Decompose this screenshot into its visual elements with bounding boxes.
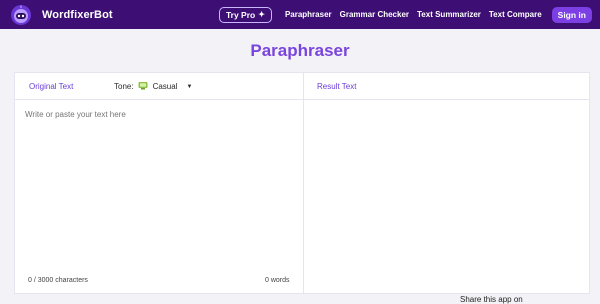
nav-menu: Try Pro ✦ Paraphraser Grammar Checker Te… [218, 0, 592, 29]
sparkle-icon: ✦ [258, 10, 265, 19]
robot-logo-icon [10, 4, 32, 26]
header-divider [15, 99, 589, 100]
character-counter: 0 / 3000 characters [28, 277, 88, 284]
word-counter: 0 words [265, 277, 290, 284]
pane-divider [303, 73, 304, 293]
original-text-label: Original Text [29, 82, 74, 91]
try-pro-label: Try Pro [225, 9, 256, 20]
nav-link-grammar-checker[interactable]: Grammar Checker [340, 10, 409, 19]
tone-selector[interactable]: Tone: Casual ▼ [114, 81, 192, 92]
tone-emoji-icon [138, 81, 148, 92]
tone-label: Tone: [114, 82, 134, 91]
result-text-label: Result Text [317, 82, 357, 91]
original-text-input[interactable] [25, 110, 285, 119]
top-navbar: WordfixerBot Try Pro ✦ Paraphraser Gramm… [0, 0, 600, 29]
caret-down-icon: ▼ [186, 83, 193, 90]
page-title: Paraphraser [250, 41, 350, 60]
tone-value: Casual [152, 82, 178, 91]
sign-in-button[interactable]: Sign in [551, 6, 592, 23]
share-label: Share this app on [460, 295, 523, 304]
nav-link-paraphraser[interactable]: Paraphraser [285, 10, 332, 19]
try-pro-button[interactable]: Try Pro ✦ [218, 6, 272, 23]
brand-name: WordfixerBot [42, 8, 113, 21]
paraphraser-editor: Original Text Tone: Casual ▼ Result Text… [14, 72, 590, 294]
nav-link-text-summarizer[interactable]: Text Summarizer [417, 10, 481, 19]
nav-link-text-compare[interactable]: Text Compare [489, 10, 542, 19]
brand[interactable]: WordfixerBot [10, 4, 113, 26]
